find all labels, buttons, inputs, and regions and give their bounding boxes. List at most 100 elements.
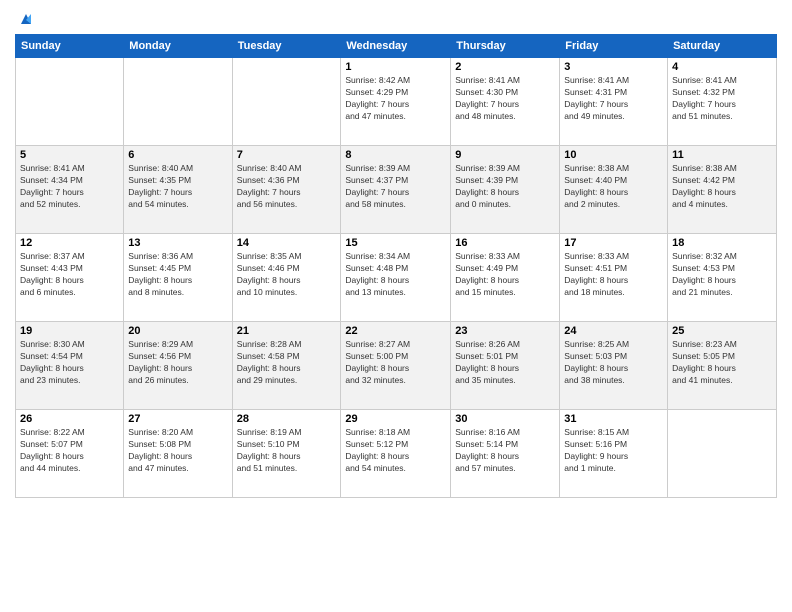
day-number: 3 <box>564 61 663 73</box>
week-row-5: 26 Sunrise: 8:22 AM Sunset: 5:07 PM Dayli… <box>16 410 777 498</box>
day-number: 13 <box>128 237 227 249</box>
day-number: 31 <box>564 413 663 425</box>
day-info: Sunrise: 8:26 AM Sunset: 5:01 PM Dayligh… <box>455 339 555 387</box>
logo-text <box>15 10 35 30</box>
day-cell: 22Sunrise: 8:27 AM Sunset: 5:00 PM Dayli… <box>341 322 451 410</box>
day-cell: 16 Sunrise: 8:33 AM Sunset: 4:49 PM Dayli… <box>451 234 560 322</box>
day-info: Sunrise: 8:39 AM Sunset: 4:37 PM Dayligh… <box>345 163 446 211</box>
week-row-1: 1Sunrise: 8:42 AM Sunset: 4:29 PM Daylig… <box>16 58 777 146</box>
day-info: Sunrise: 8:41 AM Sunset: 4:32 PM Dayligh… <box>672 75 772 123</box>
day-number: 30 <box>455 413 555 425</box>
day-info: Sunrise: 8:41 AM Sunset: 4:30 PM Dayligh… <box>455 75 555 123</box>
day-number: 19 <box>20 325 119 337</box>
day-number: 16 <box>455 237 555 249</box>
day-number: 17 <box>564 237 663 249</box>
day-cell: 18 Sunrise: 8:32 AM Sunset: 4:53 PM Dayli… <box>668 234 777 322</box>
day-number: 12 <box>20 237 119 249</box>
day-info: Sunrise: 8:35 AM Sunset: 4:46 PM Dayligh… <box>237 251 337 299</box>
weekday-header-row: SundayMondayTuesdayWednesdayThursdayFrid… <box>16 35 777 58</box>
day-cell: 20 Sunrise: 8:29 AM Sunset: 4:56 PM Dayli… <box>124 322 232 410</box>
calendar-table: SundayMondayTuesdayWednesdayThursdayFrid… <box>15 34 777 498</box>
day-info: Sunrise: 8:33 AM Sunset: 4:49 PM Dayligh… <box>455 251 555 299</box>
day-cell: 14 Sunrise: 8:35 AM Sunset: 4:46 PM Dayli… <box>232 234 341 322</box>
day-info: Sunrise: 8:15 AM Sunset: 5:16 PM Dayligh… <box>564 427 663 475</box>
day-cell: 1Sunrise: 8:42 AM Sunset: 4:29 PM Daylig… <box>341 58 451 146</box>
day-number: 23 <box>455 325 555 337</box>
day-number: 4 <box>672 61 772 73</box>
day-info: Sunrise: 8:41 AM Sunset: 4:31 PM Dayligh… <box>564 75 663 123</box>
day-cell: 17Sunrise: 8:33 AM Sunset: 4:51 PM Dayli… <box>560 234 668 322</box>
day-info: Sunrise: 8:34 AM Sunset: 4:48 PM Dayligh… <box>345 251 446 299</box>
day-number: 8 <box>345 149 446 161</box>
weekday-wednesday: Wednesday <box>341 35 451 58</box>
day-info: Sunrise: 8:39 AM Sunset: 4:39 PM Dayligh… <box>455 163 555 211</box>
day-cell: 19 Sunrise: 8:30 AM Sunset: 4:54 PM Dayli… <box>16 322 124 410</box>
week-row-4: 19 Sunrise: 8:30 AM Sunset: 4:54 PM Dayli… <box>16 322 777 410</box>
day-cell: 24Sunrise: 8:25 AM Sunset: 5:03 PM Dayli… <box>560 322 668 410</box>
day-cell: 12Sunrise: 8:37 AM Sunset: 4:43 PM Dayli… <box>16 234 124 322</box>
day-cell: 4 Sunrise: 8:41 AM Sunset: 4:32 PM Daylig… <box>668 58 777 146</box>
weekday-tuesday: Tuesday <box>232 35 341 58</box>
day-info: Sunrise: 8:40 AM Sunset: 4:36 PM Dayligh… <box>237 163 337 211</box>
day-cell: 9Sunrise: 8:39 AM Sunset: 4:39 PM Daylig… <box>451 146 560 234</box>
day-cell <box>232 58 341 146</box>
day-cell: 13Sunrise: 8:36 AM Sunset: 4:45 PM Dayli… <box>124 234 232 322</box>
day-cell: 31 Sunrise: 8:15 AM Sunset: 5:16 PM Dayli… <box>560 410 668 498</box>
day-cell: 3 Sunrise: 8:41 AM Sunset: 4:31 PM Daylig… <box>560 58 668 146</box>
weekday-sunday: Sunday <box>16 35 124 58</box>
logo <box>15 10 35 26</box>
day-info: Sunrise: 8:16 AM Sunset: 5:14 PM Dayligh… <box>455 427 555 475</box>
day-cell: 8 Sunrise: 8:39 AM Sunset: 4:37 PM Daylig… <box>341 146 451 234</box>
day-info: Sunrise: 8:18 AM Sunset: 5:12 PM Dayligh… <box>345 427 446 475</box>
day-cell: 21Sunrise: 8:28 AM Sunset: 4:58 PM Dayli… <box>232 322 341 410</box>
day-number: 27 <box>128 413 227 425</box>
day-info: Sunrise: 8:41 AM Sunset: 4:34 PM Dayligh… <box>20 163 119 211</box>
day-number: 2 <box>455 61 555 73</box>
day-cell: 6 Sunrise: 8:40 AM Sunset: 4:35 PM Daylig… <box>124 146 232 234</box>
day-number: 28 <box>237 413 337 425</box>
day-number: 14 <box>237 237 337 249</box>
day-cell: 28Sunrise: 8:19 AM Sunset: 5:10 PM Dayli… <box>232 410 341 498</box>
day-number: 6 <box>128 149 227 161</box>
day-cell: 27 Sunrise: 8:20 AM Sunset: 5:08 PM Dayli… <box>124 410 232 498</box>
header <box>15 10 777 26</box>
day-info: Sunrise: 8:22 AM Sunset: 5:07 PM Dayligh… <box>20 427 119 475</box>
day-info: Sunrise: 8:23 AM Sunset: 5:05 PM Dayligh… <box>672 339 772 387</box>
day-cell: 30 Sunrise: 8:16 AM Sunset: 5:14 PM Dayli… <box>451 410 560 498</box>
day-number: 29 <box>345 413 446 425</box>
day-info: Sunrise: 8:30 AM Sunset: 4:54 PM Dayligh… <box>20 339 119 387</box>
week-row-3: 12Sunrise: 8:37 AM Sunset: 4:43 PM Dayli… <box>16 234 777 322</box>
day-info: Sunrise: 8:29 AM Sunset: 4:56 PM Dayligh… <box>128 339 227 387</box>
day-number: 18 <box>672 237 772 249</box>
day-number: 10 <box>564 149 663 161</box>
weekday-thursday: Thursday <box>451 35 560 58</box>
weekday-saturday: Saturday <box>668 35 777 58</box>
day-cell: 11Sunrise: 8:38 AM Sunset: 4:42 PM Dayli… <box>668 146 777 234</box>
day-cell <box>668 410 777 498</box>
day-info: Sunrise: 8:40 AM Sunset: 4:35 PM Dayligh… <box>128 163 227 211</box>
day-info: Sunrise: 8:42 AM Sunset: 4:29 PM Dayligh… <box>345 75 446 123</box>
logo-icon <box>17 10 35 28</box>
day-number: 11 <box>672 149 772 161</box>
day-number: 5 <box>20 149 119 161</box>
day-number: 25 <box>672 325 772 337</box>
day-cell: 25 Sunrise: 8:23 AM Sunset: 5:05 PM Dayli… <box>668 322 777 410</box>
day-info: Sunrise: 8:32 AM Sunset: 4:53 PM Dayligh… <box>672 251 772 299</box>
day-info: Sunrise: 8:20 AM Sunset: 5:08 PM Dayligh… <box>128 427 227 475</box>
day-cell: 2 Sunrise: 8:41 AM Sunset: 4:30 PM Daylig… <box>451 58 560 146</box>
day-cell: 15Sunrise: 8:34 AM Sunset: 4:48 PM Dayli… <box>341 234 451 322</box>
day-number: 7 <box>237 149 337 161</box>
day-cell: 26 Sunrise: 8:22 AM Sunset: 5:07 PM Dayli… <box>16 410 124 498</box>
day-number: 21 <box>237 325 337 337</box>
day-number: 26 <box>20 413 119 425</box>
day-number: 20 <box>128 325 227 337</box>
day-cell <box>16 58 124 146</box>
day-number: 22 <box>345 325 446 337</box>
day-cell <box>124 58 232 146</box>
day-cell: 29 Sunrise: 8:18 AM Sunset: 5:12 PM Dayli… <box>341 410 451 498</box>
week-row-2: 5 Sunrise: 8:41 AM Sunset: 4:34 PM Daylig… <box>16 146 777 234</box>
weekday-monday: Monday <box>124 35 232 58</box>
day-cell: 23 Sunrise: 8:26 AM Sunset: 5:01 PM Dayli… <box>451 322 560 410</box>
day-cell: 7 Sunrise: 8:40 AM Sunset: 4:36 PM Daylig… <box>232 146 341 234</box>
day-info: Sunrise: 8:25 AM Sunset: 5:03 PM Dayligh… <box>564 339 663 387</box>
